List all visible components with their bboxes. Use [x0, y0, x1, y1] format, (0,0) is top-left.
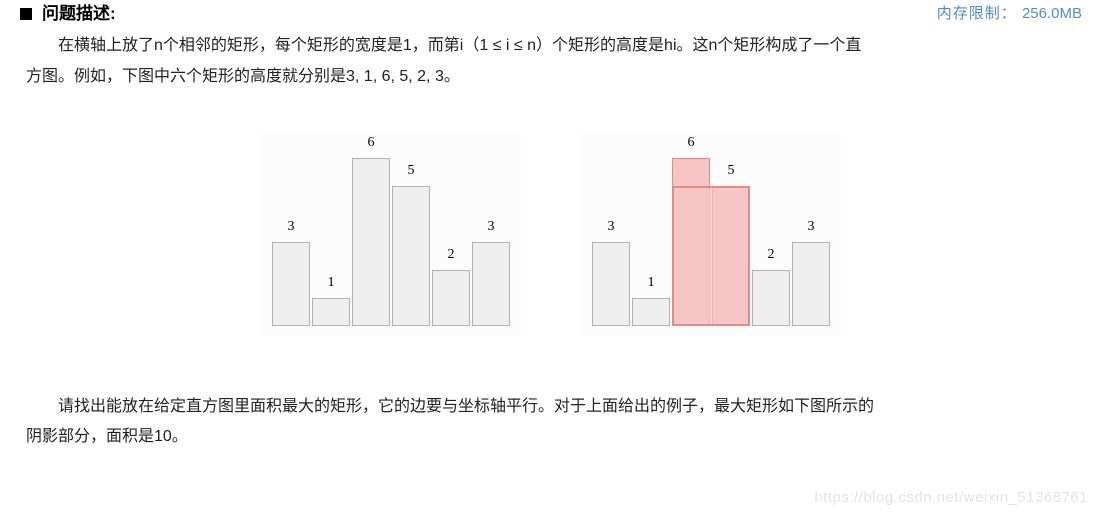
bar-label: 2: [768, 244, 775, 266]
bar: [792, 242, 830, 326]
bar-label: 1: [328, 272, 335, 294]
watermark: https://blog.csdn.net/weixin_51368761: [814, 486, 1088, 510]
histogram-highlight: 3 1 6 5 2 3: [581, 134, 841, 336]
bar: [352, 158, 390, 326]
p2-line2: 阴影部分，面积是10。: [26, 428, 188, 445]
bar-wrap: 3: [271, 216, 311, 326]
bar-label: 6: [688, 132, 695, 154]
p1-line1: 在横轴上放了n个相邻的矩形，每个矩形的宽度是1，而第i（1 ≤ i ≤ n）个矩…: [58, 37, 861, 54]
bar-wrap: 6: [671, 132, 711, 326]
bar-label: 3: [488, 216, 495, 238]
charts-container: 3 1 6 5 2 3 3 1 6 5 2 3: [20, 134, 1082, 336]
bar-label: 3: [288, 216, 295, 238]
bar: [392, 186, 430, 326]
problem-paragraph-2: 请找出能放在给定直方图里面积最大的矩形，它的边要与坐标轴平行。对于上面给出的例子…: [20, 388, 1082, 457]
bar-label: 2: [448, 244, 455, 266]
section-title: 问题描述:: [20, 0, 116, 27]
histogram-plain: 3 1 6 5 2 3: [261, 134, 521, 336]
bar-wrap: 3: [591, 216, 631, 326]
bar: [272, 242, 310, 326]
bar: [312, 298, 350, 326]
p1-line2: 方图。例如，下图中六个矩形的高度就分别是3, 1, 6, 5, 2, 3。: [26, 68, 460, 85]
bar: [632, 298, 670, 326]
bar-label: 3: [608, 216, 615, 238]
problem-paragraph-1: 在横轴上放了n个相邻的矩形，每个矩形的宽度是1，而第i（1 ≤ i ≤ n）个矩…: [20, 27, 1082, 96]
bar-wrap: 1: [311, 272, 351, 326]
bar-label: 6: [368, 132, 375, 154]
bar: [432, 270, 470, 326]
bar-wrap: 2: [751, 244, 791, 326]
bar-wrap: 3: [471, 216, 511, 326]
memory-limit-label: 内存限制：: [937, 5, 1017, 22]
bar-label: 5: [728, 160, 735, 182]
bar: [752, 270, 790, 326]
bar-wrap: 6: [351, 132, 391, 326]
bar-label: 5: [408, 160, 415, 182]
bar-label: 3: [808, 216, 815, 238]
bar-wrap: 2: [431, 244, 471, 326]
memory-limit-value: 256.0MB: [1022, 5, 1082, 22]
bar-wrap: 5: [391, 160, 431, 326]
section-title-text: 问题描述:: [42, 0, 116, 27]
bar-wrap: 1: [631, 272, 671, 326]
bar: [472, 242, 510, 326]
memory-limit: 内存限制： 256.0MB: [937, 2, 1082, 26]
p2-line1: 请找出能放在给定直方图里面积最大的矩形，它的边要与坐标轴平行。对于上面给出的例子…: [58, 398, 874, 415]
bar-highlight: [672, 158, 710, 326]
bar-wrap: 3: [791, 216, 831, 326]
bar-highlight: [712, 186, 750, 326]
bar: [592, 242, 630, 326]
bar-label: 1: [648, 272, 655, 294]
bar-wrap: 5: [711, 160, 751, 326]
